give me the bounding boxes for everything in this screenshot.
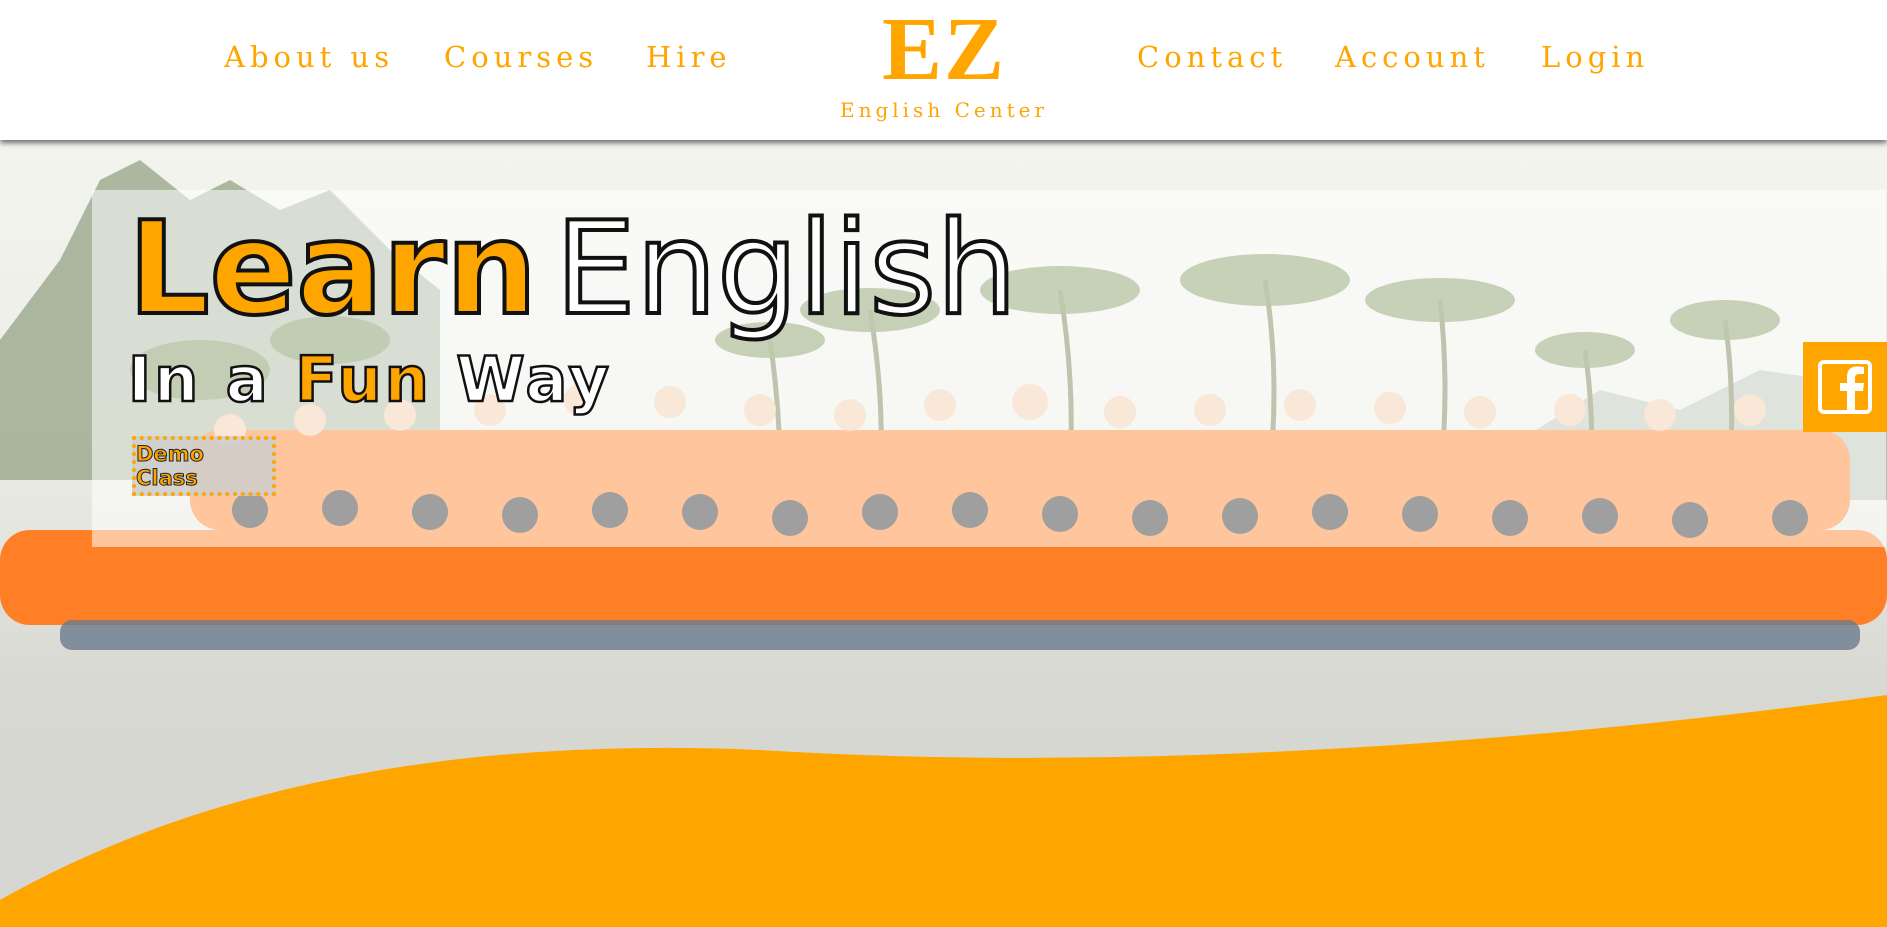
site-header: About us Courses Hire EZ English Center … bbox=[0, 0, 1887, 140]
hero-slider: Learn English In a Fun Way Demo Class bbox=[0, 140, 1887, 927]
slider-dot-3[interactable] bbox=[910, 825, 972, 837]
nav-about-us[interactable]: About us bbox=[224, 40, 394, 74]
headline-word-english: English bbox=[553, 195, 1019, 344]
slider-dot-1[interactable] bbox=[755, 825, 817, 837]
slider-dot-4[interactable] bbox=[987, 825, 1049, 837]
subheadline-fun: Fun bbox=[294, 342, 432, 418]
hero-headline: Learn English bbox=[126, 198, 1019, 342]
nav-account[interactable]: Account bbox=[1335, 40, 1490, 74]
nav-contact[interactable]: Contact bbox=[1137, 40, 1287, 74]
nav-hire[interactable]: Hire bbox=[646, 40, 732, 74]
slider-dot-5[interactable] bbox=[1065, 825, 1127, 837]
logo-wordmark: EZ bbox=[881, 0, 1007, 99]
logo-tagline: English Center bbox=[839, 98, 1049, 122]
headline-word-learn: Learn bbox=[126, 195, 539, 344]
nav-courses[interactable]: Courses bbox=[444, 40, 598, 74]
demo-class-button[interactable]: Demo Class bbox=[132, 436, 276, 496]
nav-login[interactable]: Login bbox=[1541, 40, 1649, 74]
facebook-icon bbox=[1818, 360, 1872, 414]
subheadline-in-a: In a bbox=[127, 342, 296, 418]
facebook-button[interactable] bbox=[1803, 342, 1887, 432]
hero-subheadline: In a Fun Way bbox=[127, 340, 612, 420]
subheadline-way: Way bbox=[431, 342, 612, 418]
site-logo[interactable]: EZ English Center bbox=[832, 0, 1056, 123]
slider-dot-2[interactable] bbox=[832, 825, 894, 837]
